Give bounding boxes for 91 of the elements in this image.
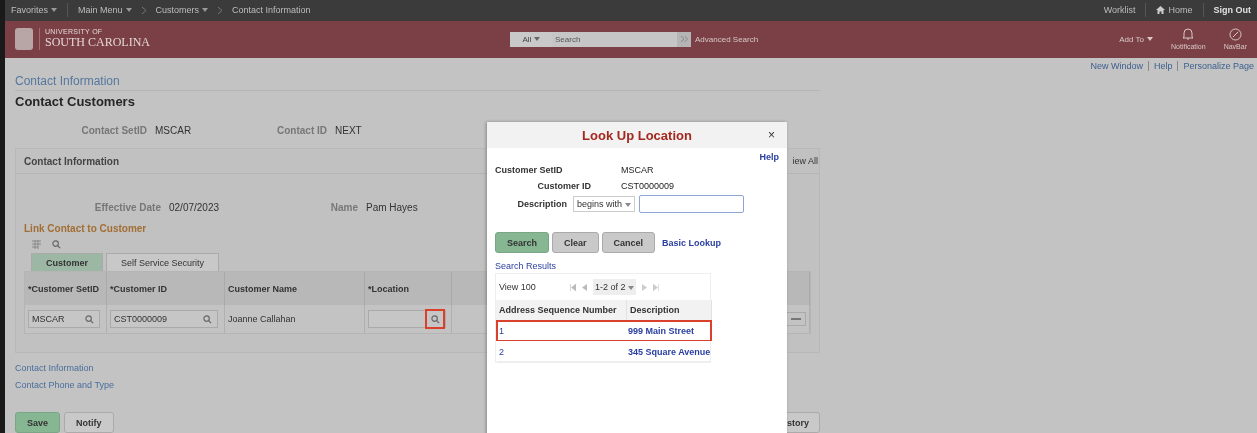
home-icon [1156,6,1166,15]
chevron-icon [218,6,223,14]
lookup-field[interactable]: CST0000009 [110,310,218,328]
search-icon [52,240,61,249]
basic-lookup-link[interactable]: Basic Lookup [662,237,722,248]
caret-icon [125,8,132,13]
lookup-button[interactable] [425,309,445,329]
field-label: Name [329,202,359,213]
lookup-field[interactable]: MSCAR [28,310,100,328]
top-link[interactable]: Home [1156,5,1193,16]
close-button[interactable]: × [768,128,775,142]
dialog-button[interactable]: Clear [552,232,599,253]
search-scope-dropdown[interactable]: All [510,31,552,47]
field-value: Pam Hayes [366,202,419,213]
double-chevron-icon [680,36,688,43]
caret-icon [533,37,540,42]
action-button[interactable]: Notify [64,412,114,433]
search-field[interactable]: Search [552,31,677,47]
grid-settings-icon[interactable] [32,240,42,249]
field-label: Effective Date [93,202,162,213]
field-value: NEXT [335,125,363,136]
search-icon [202,314,212,324]
logo-text: SOUTH CAROLINA [45,35,150,51]
column-header: *Location [365,272,452,305]
group-title: Link Contact to Customer [24,223,148,234]
field-label: Contact ID [276,125,328,136]
column-header: *Customer SetID [25,272,107,305]
view-all-link[interactable]: View 100 [499,282,536,292]
field-value: MSCAR [621,165,654,175]
seal-icon [15,28,33,51]
table-cell: Joanne Callahan [228,314,296,324]
page-link[interactable]: Personalize Page [1183,61,1254,71]
result-link[interactable]: 1 [498,322,627,340]
column-header: *Customer ID [107,272,225,305]
caret-icon [624,203,631,207]
search-icon [84,314,94,324]
dialog-button[interactable]: Cancel [601,232,656,253]
lookup-field[interactable] [368,310,446,328]
caret-icon [51,8,57,13]
compass-icon [1228,28,1242,42]
top-link[interactable]: Sign Out [1213,5,1251,16]
tab[interactable]: Self Service Security [106,253,220,271]
bell-icon [1182,28,1195,42]
page-range-dropdown[interactable]: 1-2 of 2 [592,279,636,295]
caret-icon [627,286,634,290]
field-value: 02/07/2023 [169,202,221,213]
last-page-icon[interactable] [652,283,659,291]
column-header: Customer Name [225,272,365,305]
result-link[interactable]: 345 Square Avenue [627,343,710,361]
breadcrumb-link[interactable]: Contact Information [232,5,311,16]
result-link[interactable]: 2 [498,343,627,361]
first-page-icon[interactable] [569,283,576,291]
section-title: Contact Information [24,155,119,167]
page-breadcrumb: Contact Information [15,74,820,91]
action-button[interactable]: Save [15,412,61,433]
field-value: CST0000009 [621,181,675,191]
dialog-title: Look Up Location [582,127,692,143]
page-link[interactable]: Help [1153,61,1173,71]
minus-icon [791,318,801,320]
result-row[interactable]: 2 345 Square Avenue [496,341,712,362]
dialog-button[interactable]: Search [495,232,550,253]
description-field[interactable] [638,195,744,213]
previous-icon[interactable] [581,283,587,291]
operator-dropdown[interactable]: begins with [573,196,635,212]
advanced-search-link[interactable]: Advanced Search [695,34,759,44]
next-icon[interactable] [641,283,647,291]
field-value: MSCAR [155,125,193,136]
chevron-icon [141,6,146,14]
tab[interactable]: Customer [31,253,103,271]
column-header: Address Sequence Number [496,300,627,320]
caret-icon [202,8,209,13]
search-icon [430,314,440,324]
caret-icon [1147,37,1153,42]
add-to-menu[interactable]: Add To [1119,34,1153,44]
top-link[interactable]: Worklist [1103,5,1136,16]
view-all-link[interactable]: iew All [792,156,818,166]
page-link[interactable]: New Window [1090,61,1143,71]
help-link[interactable]: Help [759,152,779,162]
breadcrumb-link[interactable]: Customers [155,5,209,16]
field-label: Customer SetID [495,165,564,175]
menu-item[interactable]: Main Menu [78,5,132,16]
field-label: Description [516,199,568,209]
field-label: Contact SetID [80,125,148,136]
page-heading: Contact Customers [15,94,136,109]
results-title: Search Results [495,261,558,271]
column-header: Description [627,300,712,320]
result-link[interactable]: 999 Main Street [627,322,710,340]
menu-item[interactable]: Favorites [11,5,57,16]
result-row[interactable]: 1 999 Main Street [496,320,712,341]
field-label: Customer ID [536,181,592,191]
search-go-button[interactable] [677,31,691,47]
